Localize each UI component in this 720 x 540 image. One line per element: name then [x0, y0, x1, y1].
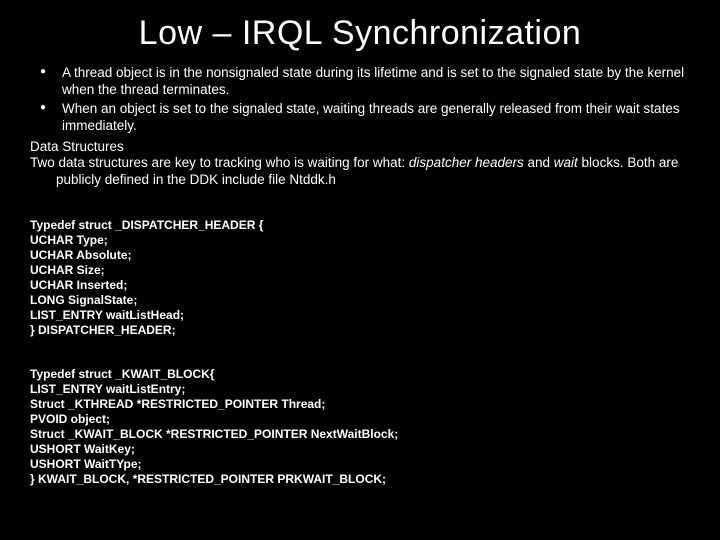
code-line: } KWAIT_BLOCK, *RESTRICTED_POINTER PRKWA… — [30, 472, 386, 486]
slide-body: A thread object is in the nonsignaled st… — [30, 65, 690, 487]
text-run: Two data structures are key to tracking … — [30, 155, 409, 170]
slide-title: Low – IRQL Synchronization — [30, 14, 690, 53]
code-line: Typedef struct _KWAIT_BLOCK{ — [30, 367, 214, 381]
code-line: PVOID object; — [30, 412, 110, 426]
code-line: USHORT WaitKey; — [30, 442, 135, 456]
code-line: LIST_ENTRY waitListEntry; — [30, 382, 185, 396]
code-line: Typedef struct _DISPATCHER_HEADER { — [30, 218, 263, 232]
code-line: } DISPATCHER_HEADER; — [30, 323, 176, 337]
code-line: Struct _KWAIT_BLOCK *RESTRICTED_POINTER … — [30, 427, 398, 441]
paragraph: Two data structures are key to tracking … — [30, 155, 690, 189]
section-heading: Data Structures — [30, 139, 690, 156]
code-line: UCHAR Inserted; — [30, 278, 127, 292]
bullet-item: A thread object is in the nonsignaled st… — [36, 65, 690, 99]
code-line: UCHAR Absolute; — [30, 248, 132, 262]
bullet-list: A thread object is in the nonsignaled st… — [30, 65, 690, 135]
code-line: UCHAR Size; — [30, 263, 105, 277]
code-line: Struct _KTHREAD *RESTRICTED_POINTER Thre… — [30, 397, 325, 411]
bullet-item: When an object is set to the signaled st… — [36, 101, 690, 135]
text-run-italic: wait — [554, 155, 578, 170]
code-line: UCHAR Type; — [30, 233, 108, 247]
text-run-italic: dispatcher headers — [409, 155, 524, 170]
code-line: LIST_ENTRY waitListHead; — [30, 308, 184, 322]
code-block-1: Typedef struct _DISPATCHER_HEADER { UCHA… — [30, 203, 690, 338]
code-line: LONG SignalState; — [30, 293, 137, 307]
code-block-2: Typedef struct _KWAIT_BLOCK{ LIST_ENTRY … — [30, 352, 690, 487]
text-run: and — [524, 155, 554, 170]
code-line: USHORT WaitTYpe; — [30, 457, 142, 471]
slide: Low – IRQL Synchronization A thread obje… — [0, 0, 720, 540]
